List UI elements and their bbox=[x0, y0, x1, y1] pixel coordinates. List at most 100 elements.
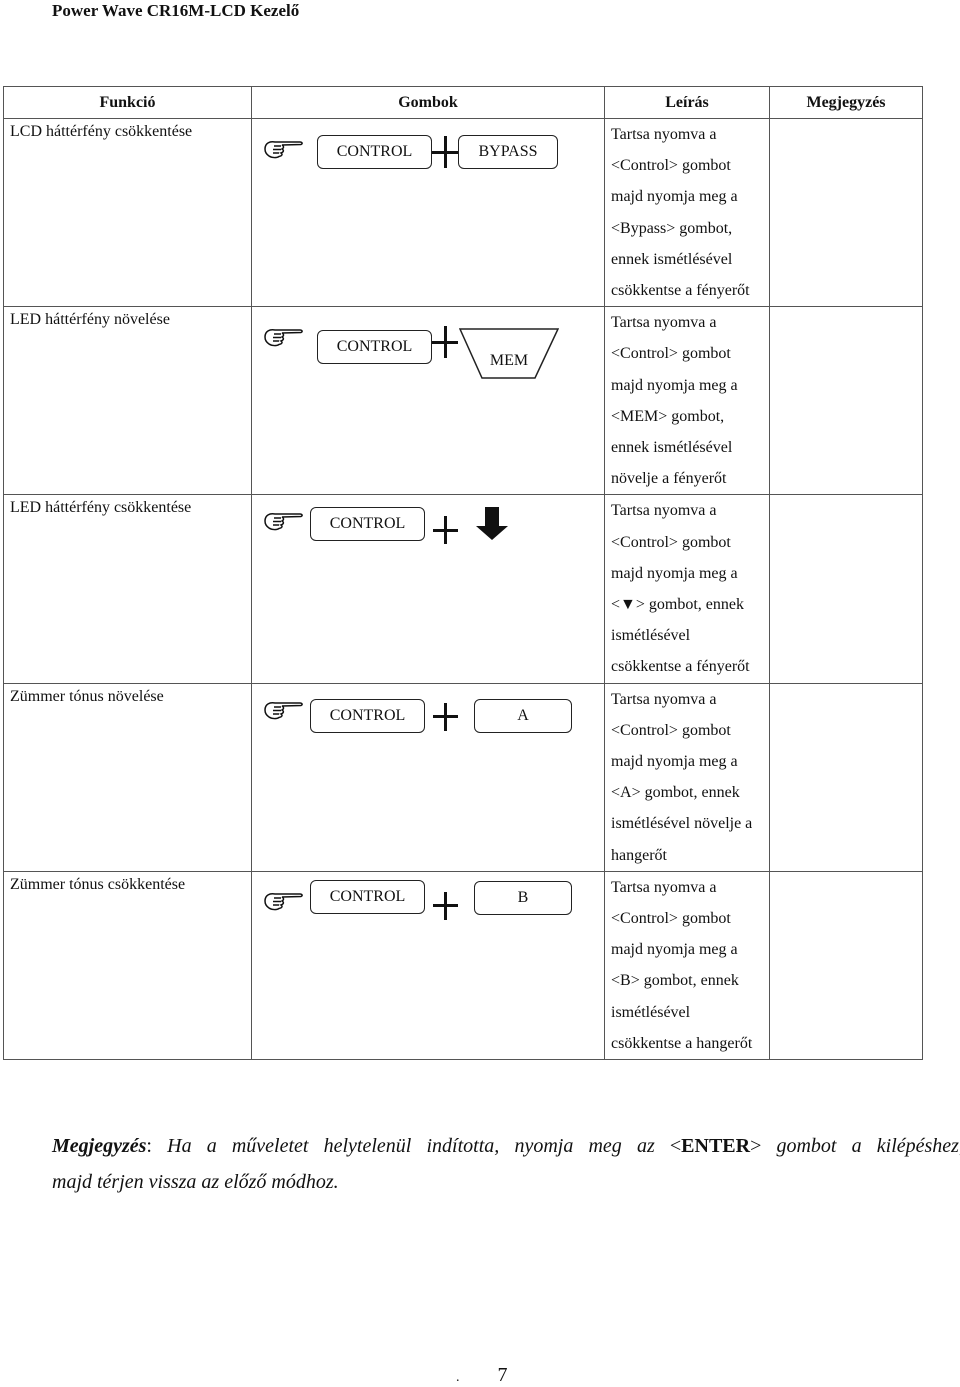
plus-icon bbox=[433, 516, 458, 545]
footnote-word: nyomja bbox=[514, 1135, 574, 1157]
header-function: Funkció bbox=[3, 86, 252, 119]
description-line: hangerőt bbox=[611, 846, 667, 864]
plus-icon bbox=[432, 326, 458, 359]
bypass-key: BYPASS bbox=[458, 135, 558, 169]
description-line: növelje a fényerőt bbox=[611, 470, 727, 488]
description-line: <▼> gombot, ennek bbox=[611, 596, 744, 614]
description-cell: Tartsa nyomva a <Control> gombot majd ny… bbox=[604, 870, 770, 1061]
table-row: LED háttérfény csökkentése CONTROL Tarts… bbox=[3, 494, 923, 684]
footnote-word: gombot bbox=[776, 1135, 837, 1157]
pointing-hand-icon bbox=[264, 701, 303, 719]
footnote-line-2: majd térjen vissza az előző módhoz. bbox=[52, 1171, 339, 1193]
description-line: majd nyomja meg a bbox=[611, 376, 738, 394]
page-number: .7 bbox=[456, 1364, 508, 1387]
description-line: <Control> gombot bbox=[611, 910, 731, 928]
footnote-word: műveletet bbox=[231, 1135, 309, 1157]
angle-open: < bbox=[669, 1135, 682, 1157]
buttons-cell: CONTROL BYPASS bbox=[251, 117, 605, 308]
description-line: majd nyomja meg a bbox=[611, 941, 738, 959]
table-header-row: Funkció Gombok Leírás Megjegyzés bbox=[3, 86, 923, 119]
plus-icon bbox=[432, 136, 458, 168]
footnote-word: kilépéshez, bbox=[876, 1135, 960, 1157]
description-line: Tartsa nyomva a bbox=[611, 126, 717, 143]
description-line: ismétlésével növelje a bbox=[611, 815, 753, 833]
footnote-enter-key: <ENTER> bbox=[670, 1128, 761, 1164]
pointing-hand-icon bbox=[264, 513, 303, 531]
description-line: Tartsa nyomva a bbox=[611, 314, 717, 332]
description-line: Tartsa nyomva a bbox=[611, 690, 717, 708]
page-number-value: 7 bbox=[497, 1364, 508, 1386]
function-cell: LCD háttérfény csökkentése bbox=[3, 117, 252, 308]
function-table: Funkció Gombok Leírás Megjegyzés LCD hát… bbox=[3, 86, 923, 1061]
description-line: majd nyomja meg a bbox=[611, 753, 738, 771]
footnote-word: meg bbox=[588, 1135, 622, 1157]
note-cell bbox=[769, 306, 923, 496]
footnote-word: helytelenül bbox=[323, 1135, 412, 1157]
function-cell: Zümmer tónus csökkentése bbox=[3, 870, 252, 1061]
description-line: ennek ismétlésével bbox=[611, 439, 733, 457]
document-title: Power Wave CR16M-LCD Kezelő bbox=[52, 1, 300, 20]
plus-icon bbox=[433, 891, 458, 920]
footnote-word: Ha bbox=[167, 1135, 192, 1157]
description-line: csökkentse a fényerőt bbox=[611, 658, 750, 676]
description-line: <A> gombot, ennek bbox=[611, 784, 740, 802]
control-key: CONTROL bbox=[310, 879, 425, 914]
description-line: <B> gombot, ennek bbox=[611, 972, 739, 990]
header-buttons: Gombok bbox=[251, 86, 605, 119]
enter-key-label: ENTER bbox=[681, 1135, 751, 1157]
description-line: majd nyomja meg a bbox=[611, 188, 738, 206]
table-row: LED háttérfény növelése CONTROL MEM Tart… bbox=[3, 306, 923, 496]
footnote-label: Megjegyzés bbox=[52, 1135, 147, 1157]
pointing-hand-icon bbox=[264, 141, 303, 159]
header-note: Megjegyzés bbox=[769, 86, 923, 119]
description-line: csökkentse a hangerőt bbox=[611, 1034, 753, 1052]
description-line: <Control> gombot bbox=[611, 345, 731, 363]
buttons-cell: CONTROL bbox=[251, 494, 605, 684]
function-cell: LED háttérfény növelése bbox=[3, 306, 252, 496]
mem-key: MEM bbox=[459, 328, 559, 380]
description-line: Tartsa nyomva a bbox=[611, 502, 717, 520]
plus-icon bbox=[433, 702, 458, 731]
description-line: csökkentse a fényerőt bbox=[611, 282, 750, 300]
header-description: Leírás bbox=[604, 86, 770, 119]
pointing-hand-icon bbox=[264, 329, 303, 347]
description-line: Tartsa nyomva a bbox=[611, 878, 717, 896]
description-cell: Tartsa nyomva a <Control> gombot majd ny… bbox=[604, 494, 770, 684]
description-line: ennek ismétlésével bbox=[611, 250, 733, 268]
note-cell bbox=[769, 870, 923, 1061]
description-line: <Bypass> gombot, bbox=[611, 219, 733, 237]
description-cell: Tartsa nyomva a <Control> gombot majd ny… bbox=[604, 117, 770, 308]
buttons-cell: CONTROL B bbox=[251, 870, 605, 1061]
buttons-cell: CONTROL A bbox=[251, 682, 605, 872]
function-cell: Zümmer tónus növelése bbox=[3, 682, 252, 872]
description-cell: Tartsa nyomva a <Control> gombot majd ny… bbox=[604, 682, 770, 872]
pointing-hand-icon bbox=[264, 892, 303, 911]
description-line: <Control> gombot bbox=[611, 533, 731, 551]
function-cell: LED háttérfény csökkentése bbox=[3, 494, 252, 684]
page-number-prefix: . bbox=[456, 1370, 460, 1385]
footnote: Megjegyzés: Ha a műveletet helytelenül i… bbox=[52, 1128, 960, 1200]
note-cell bbox=[769, 494, 923, 684]
control-key: CONTROL bbox=[310, 507, 425, 542]
buttons-cell: CONTROL MEM bbox=[251, 306, 605, 496]
description-line: <Control> gombot bbox=[611, 721, 731, 739]
description-line: ismétlésével bbox=[611, 627, 691, 645]
control-key: CONTROL bbox=[317, 330, 432, 365]
mem-key-label: MEM bbox=[489, 352, 529, 370]
b-key: B bbox=[474, 880, 572, 915]
description-line: majd nyomja meg a bbox=[611, 564, 738, 582]
control-key: CONTROL bbox=[310, 698, 425, 733]
control-key: CONTROL bbox=[317, 135, 432, 169]
note-cell bbox=[769, 682, 923, 872]
footnote-word: az bbox=[636, 1135, 655, 1157]
a-key: A bbox=[474, 698, 572, 733]
angle-close: > bbox=[750, 1135, 762, 1157]
footnote-label-group: Megjegyzés: bbox=[52, 1128, 152, 1164]
footnote-colon: : bbox=[146, 1135, 152, 1157]
table-row: Zümmer tónus csökkentése CONTROL B Tarts… bbox=[3, 870, 923, 1061]
description-line: <MEM> gombot, bbox=[611, 407, 725, 425]
footnote-word: indította, bbox=[426, 1135, 500, 1157]
table-row: LCD háttérfény csökkentése CONTROL BYPAS… bbox=[3, 117, 923, 308]
description-line: ismétlésével bbox=[611, 1003, 691, 1021]
footnote-word: a bbox=[206, 1135, 217, 1157]
